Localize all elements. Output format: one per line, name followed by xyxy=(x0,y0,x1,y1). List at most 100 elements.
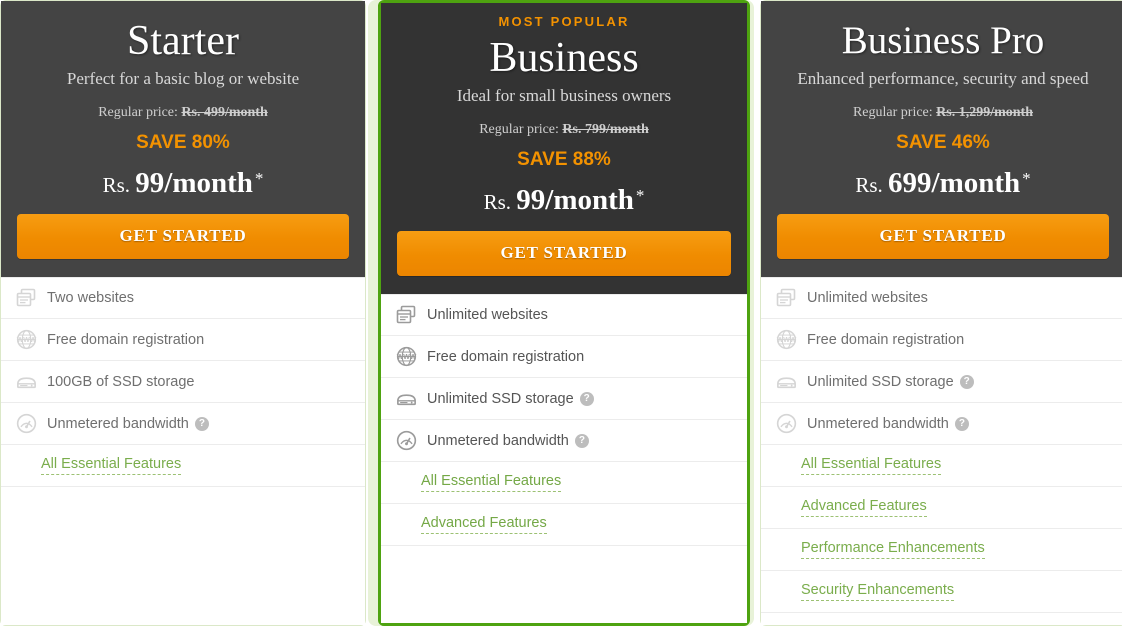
plan-header-starter: Starter Perfect for a basic blog or websi… xyxy=(1,1,365,277)
plan-tagline-business-pro: Enhanced performance, security and speed xyxy=(797,69,1089,88)
plan-card-business-pro: Business Pro Enhanced performance, securi… xyxy=(760,0,1122,626)
price-asterisk: * xyxy=(635,186,645,205)
price-amount: 699/month xyxy=(888,167,1021,199)
www-globe-icon: WWW xyxy=(13,327,39,353)
price-currency: Rs. xyxy=(102,173,131,197)
feature-link-row: Advanced Features xyxy=(381,504,747,546)
plan-name-business: Business xyxy=(489,35,639,81)
save-percentage-business-pro: SAVE 46% xyxy=(896,132,990,153)
price-amount: 99/month xyxy=(516,184,634,216)
bandwidth-gauge-icon xyxy=(773,411,799,437)
feature-row: WWW Free domain registration xyxy=(381,336,747,378)
plan-tagline-starter: Perfect for a basic blog or website xyxy=(66,69,300,88)
feature-row: Unlimited SSD storage? xyxy=(381,378,747,420)
plan-tagline-business: Ideal for small business owners xyxy=(456,86,672,105)
price-amount: 99/month xyxy=(135,167,253,199)
features-list-starter: Two websites WWW Free domain registration 1… xyxy=(1,277,365,625)
current-price-starter: Rs. 99/month * xyxy=(17,162,349,202)
feature-row: Two websites xyxy=(1,277,365,319)
plan-name-business-pro: Business Pro xyxy=(841,19,1045,62)
websites-icon xyxy=(13,285,39,311)
svg-text:WWW: WWW xyxy=(16,337,36,344)
www-globe-icon: WWW xyxy=(773,327,799,353)
feature-row: Unlimited websites xyxy=(381,294,747,336)
price-currency: Rs. xyxy=(483,190,512,214)
feature-label: Free domain registration xyxy=(427,348,585,365)
feature-row: Unlimited websites xyxy=(761,277,1122,319)
feature-link-security-enhancements[interactable]: Security Enhancements xyxy=(801,582,955,601)
current-price-business: Rs. 99/month * xyxy=(397,179,731,219)
help-tooltip-icon[interactable]: ? xyxy=(579,391,594,406)
feature-row: WWW Free domain registration xyxy=(761,319,1122,361)
pricing-table: Starter Perfect for a basic blog or websi… xyxy=(0,0,1122,626)
feature-link-advanced-features[interactable]: Advanced Features xyxy=(801,498,927,517)
price-asterisk: * xyxy=(254,169,264,188)
svg-text:WWW: WWW xyxy=(396,354,416,361)
most-popular-badge: MOST POPULAR xyxy=(498,14,630,29)
help-tooltip-icon[interactable]: ? xyxy=(959,374,974,389)
get-started-button-business-pro[interactable]: GET STARTED xyxy=(777,214,1109,259)
features-list-business-pro: Unlimited websites WWW Free domain registr… xyxy=(761,277,1122,625)
bandwidth-gauge-icon xyxy=(13,411,39,437)
feature-link-performance-enhancements[interactable]: Performance Enhancements xyxy=(801,540,985,559)
regular-price-struck-value: Rs. 499/month xyxy=(181,105,268,120)
bandwidth-gauge-icon xyxy=(393,428,419,454)
get-started-button-business[interactable]: GET STARTED xyxy=(397,231,731,276)
websites-icon xyxy=(773,285,799,311)
feature-label: Free domain registration xyxy=(47,331,205,348)
feature-link-row: Performance Enhancements xyxy=(761,529,1122,571)
feature-link-row: Advanced Features xyxy=(761,487,1122,529)
save-percentage-business: SAVE 88% xyxy=(517,149,611,170)
current-price-business-pro: Rs. 699/month * xyxy=(777,162,1109,202)
plan-card-starter: Starter Perfect for a basic blog or websi… xyxy=(0,0,366,626)
ssd-storage-icon xyxy=(393,386,419,412)
feature-link-advanced-features[interactable]: Advanced Features xyxy=(421,515,547,534)
plan-card-wrapper-business: MOST POPULAR Business Ideal for small busi… xyxy=(368,0,754,626)
get-started-button-starter[interactable]: GET STARTED xyxy=(17,214,349,259)
feature-row: Unmetered bandwidth? xyxy=(381,420,747,462)
feature-label: Unmetered bandwidth xyxy=(427,432,569,449)
regular-price-struck-value: Rs. 1,299/month xyxy=(936,105,1034,120)
regular-price-label: Regular price: xyxy=(479,122,559,137)
feature-link-all-essential-features[interactable]: All Essential Features xyxy=(421,473,562,492)
feature-row: Unlimited SSD storage? xyxy=(761,361,1122,403)
plan-card-wrapper-starter: Starter Perfect for a basic blog or websi… xyxy=(0,0,366,626)
price-currency: Rs. xyxy=(855,173,883,197)
save-percentage-starter: SAVE 80% xyxy=(136,132,230,153)
feature-label: Unmetered bandwidth xyxy=(47,415,189,432)
feature-label: Unlimited SSD storage xyxy=(427,390,574,407)
help-tooltip-icon[interactable]: ? xyxy=(954,416,969,431)
feature-link-row: All Essential Features xyxy=(1,445,365,487)
regular-price-label: Regular price: xyxy=(852,105,933,120)
plan-header-business-pro: Business Pro Enhanced performance, securi… xyxy=(761,1,1122,277)
ssd-storage-icon xyxy=(773,369,799,395)
feature-link-all-essential-features[interactable]: All Essential Features xyxy=(41,456,182,475)
regular-price-business: Regular price: Rs. 799/month xyxy=(397,121,731,139)
plan-name-starter: Starter xyxy=(127,18,239,64)
feature-link-all-essential-features[interactable]: All Essential Features xyxy=(801,456,942,475)
regular-price-label: Regular price: xyxy=(98,105,178,120)
websites-icon xyxy=(393,302,419,328)
plan-card-business: MOST POPULAR Business Ideal for small busi… xyxy=(378,0,750,626)
regular-price-business-pro: Regular price: Rs. 1,299/month xyxy=(777,104,1109,122)
feature-label: Unlimited websites xyxy=(807,290,928,306)
feature-label: Unlimited websites xyxy=(427,307,548,323)
help-tooltip-icon[interactable]: ? xyxy=(574,433,589,448)
plan-card-wrapper-business-pro: Business Pro Enhanced performance, securi… xyxy=(760,0,1122,626)
price-asterisk: * xyxy=(1022,169,1031,188)
feature-row: Unmetered bandwidth? xyxy=(761,403,1122,445)
feature-label: Unlimited SSD storage xyxy=(807,373,954,390)
feature-label: 100GB of SSD storage xyxy=(47,373,195,390)
svg-text:WWW: WWW xyxy=(776,337,796,344)
ssd-storage-icon xyxy=(13,369,39,395)
feature-link-row: All Essential Features xyxy=(381,462,747,504)
feature-label: Free domain registration xyxy=(807,331,965,348)
regular-price-starter: Regular price: Rs. 499/month xyxy=(17,104,349,122)
feature-row: WWW Free domain registration xyxy=(1,319,365,361)
feature-link-row: All Essential Features xyxy=(761,445,1122,487)
features-list-business: Unlimited websites WWW Free domain registr… xyxy=(381,294,747,623)
regular-price-struck-value: Rs. 799/month xyxy=(562,122,649,137)
feature-link-row: Security Enhancements xyxy=(761,571,1122,613)
feature-row: 100GB of SSD storage xyxy=(1,361,365,403)
help-tooltip-icon[interactable]: ? xyxy=(194,416,209,431)
